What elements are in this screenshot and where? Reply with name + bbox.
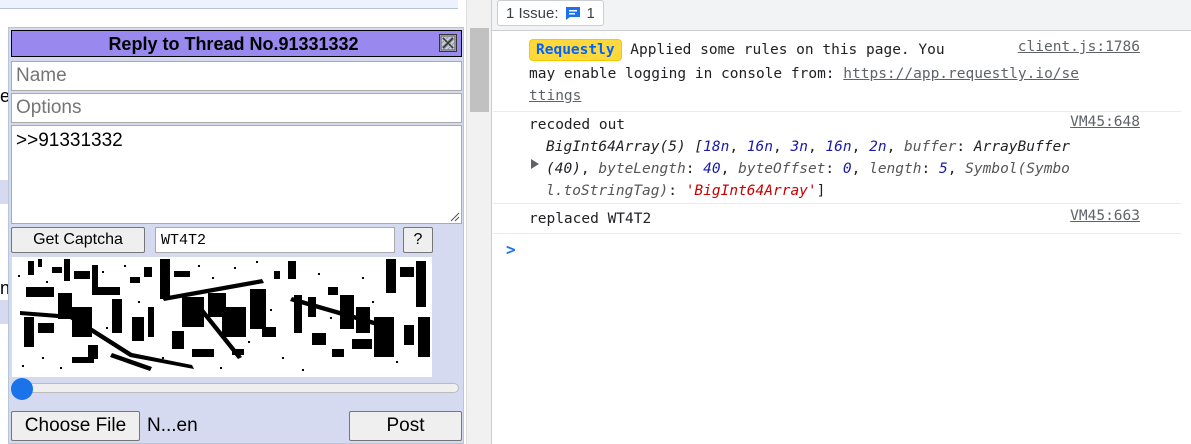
requestly-settings-link[interactable]: ttings [529,88,581,104]
name-field[interactable] [11,61,462,91]
property-value: 'BigInt64Array' [685,183,817,199]
captcha-input[interactable]: WT4T2 [155,227,395,253]
captcha-slider-track[interactable] [17,383,459,393]
post-button[interactable]: Post [349,411,462,441]
console-message-text: recoded out [529,117,626,133]
issues-count: 1 [586,4,595,22]
file-name-label: N...en [147,415,198,436]
get-captcha-button[interactable]: Get Captcha [11,227,145,253]
property-value: ArrayBuffer [973,139,1070,155]
property-value: 0 [842,161,852,177]
console-message-text: Requestly Applied some rules on this pag… [529,39,945,61]
issues-button[interactable]: 1 Issue: 1 [497,0,604,26]
choose-file-button[interactable]: Choose File [11,411,140,441]
property-key: length [869,161,922,177]
console-scrollbar[interactable] [1181,31,1191,444]
source-link[interactable]: client.js:1786 [1018,39,1140,55]
source-link[interactable]: VM45:648 [1070,114,1140,130]
captcha-help-button[interactable]: ? [403,227,433,253]
console-message: Requestly Applied some rules on this pag… [493,31,1182,112]
issues-label: 1 Issue: [506,4,559,22]
property-value: 5 [938,161,948,177]
message-text-line: may enable logging in console from: [529,66,844,82]
captcha-image [12,257,432,377]
array-value: 2n [869,139,887,155]
console-message-text: replaced WT4T2 [529,211,652,227]
console-prompt-icon[interactable]: > [506,240,516,259]
array-value: 18n [703,139,730,155]
property-key: byteOffset [738,161,826,177]
console-message-text: ttings [529,85,581,107]
comment-text: >>91331332 [16,130,123,151]
page-scrollbar-thumb[interactable] [470,28,489,112]
comment-textarea[interactable]: >>91331332 [11,125,462,224]
issue-icon [565,6,580,20]
requestly-badge: Requestly [529,39,622,61]
property-value: (40) [546,161,581,177]
property-key: buffer [904,139,957,155]
array-value: 16n [746,139,774,155]
captcha-slider-thumb[interactable] [11,378,33,400]
requestly-settings-link[interactable]: https://app.requestly.io/se [843,66,1079,82]
web-page: e n' Reply to Thread No.91331332 >>91331… [0,0,466,444]
expand-arrow-icon[interactable] [531,159,539,169]
devtools-console: 1 Issue: 1 Requestly Applied some rules … [491,0,1191,444]
property-key: l.toStringTag) [546,183,669,199]
source-link[interactable]: VM45:663 [1070,208,1140,224]
page-scrollbar[interactable] [466,0,491,444]
console-message: recoded out VM45:648 BigInt64Array(5) [1… [493,112,1182,204]
close-icon[interactable] [439,34,457,52]
array-preview-line[interactable]: BigInt64Array(5) [18n, 16n, 3n, 16n, 2n,… [546,136,1070,158]
quick-reply-window: Reply to Thread No.91331332 >>91331332 G… [8,27,464,444]
resize-grip-icon[interactable] [448,210,460,222]
property-key: byteLength [598,161,686,177]
quick-reply-header[interactable]: Reply to Thread No.91331332 [11,30,462,57]
console-message: replaced WT4T2 VM45:663 [493,204,1182,234]
property-value: 40 [703,161,721,177]
message-text-line: Applied some rules on this page. You [621,42,945,58]
console-message-text: may enable logging in console from: http… [529,63,1079,85]
page-top-bar [0,0,458,9]
array-preview-line[interactable]: (40), byteLength: 40, byteOffset: 0, len… [546,158,1070,180]
quick-reply-title: Reply to Thread No.91331332 [108,34,359,54]
property-key: Symbol(Symbo [965,161,1070,177]
array-head: BigInt64Array(5) [ [546,139,704,155]
options-field[interactable] [11,93,462,123]
issues-bar: 1 Issue: 1 [492,0,1191,31]
array-value: 3n [790,139,808,155]
array-preview-line[interactable]: l.toStringTag): 'BigInt64Array'] [546,180,825,202]
array-value: 16n [825,139,852,155]
